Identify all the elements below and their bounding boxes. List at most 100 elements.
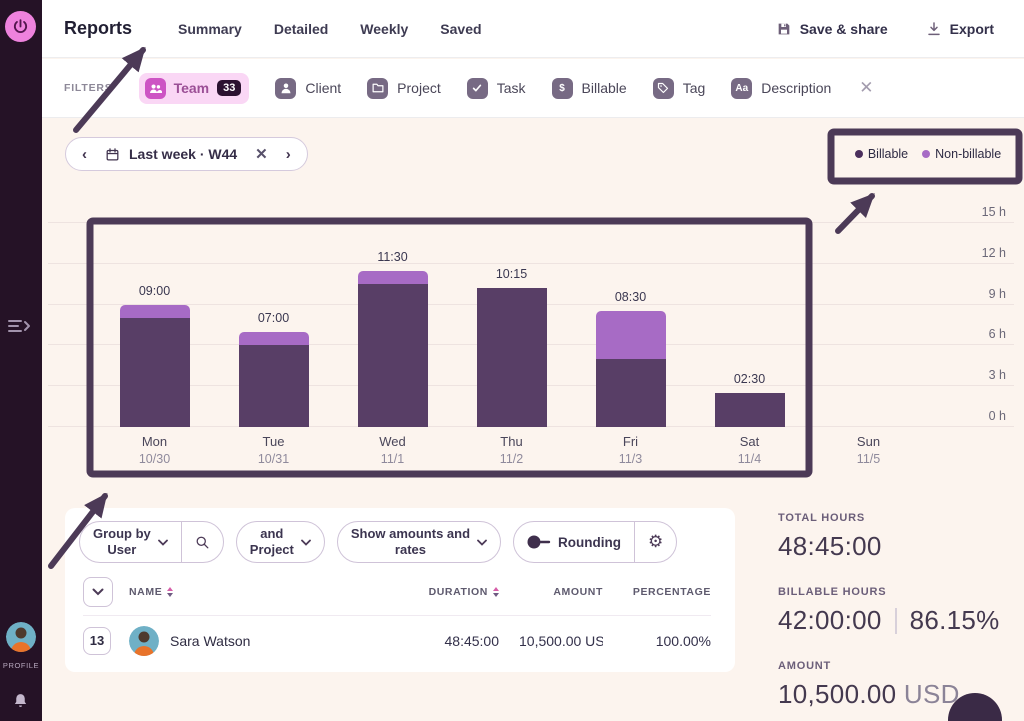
chart-x-axis: Mon10/30Tue10/31Wed11/1Thu11/2Fri11/3Sat…: [95, 434, 928, 466]
bar-column-fri[interactable]: 08:30: [571, 222, 690, 427]
y-axis-tick: 0 h: [989, 409, 1006, 423]
y-axis-tick: 15 h: [982, 205, 1006, 219]
bar-value-label: 09:00: [120, 284, 190, 298]
filter-tag[interactable]: Tag: [653, 78, 706, 99]
bar-tue[interactable]: 07:00: [239, 332, 309, 427]
bar-segment-nonbillable[interactable]: [239, 332, 309, 346]
total-hours-block: TOTAL HOURS 48:45:00: [778, 512, 1000, 562]
rounding-settings-button[interactable]: ⚙: [635, 522, 676, 562]
top-navigation: Reports Summary Detailed Weekly Saved Sa…: [42, 0, 1024, 58]
table-row[interactable]: 13 Sara Watson 48:45:00 10,500.00 USD 10…: [83, 615, 711, 665]
subgroup-dropdown[interactable]: and Project: [237, 522, 324, 562]
header-percentage[interactable]: PERCENTAGE: [633, 586, 711, 598]
calendar-icon: [105, 147, 120, 162]
tab-saved[interactable]: Saved: [440, 21, 481, 37]
profile-menu[interactable]: PROFILE: [0, 622, 42, 670]
bar-mon[interactable]: 09:00: [120, 305, 190, 427]
group-by-line2: User: [107, 542, 136, 557]
row-percentage: 100.00%: [656, 633, 711, 649]
notifications-button[interactable]: [12, 692, 29, 714]
header-duration[interactable]: DURATION: [429, 586, 499, 598]
amount-value: 10,500.00: [778, 679, 896, 709]
table-controls: Group by User: [79, 521, 721, 563]
legend-billable[interactable]: Billable: [855, 147, 908, 161]
export-button[interactable]: Export: [926, 21, 994, 37]
bar-fri[interactable]: 08:30: [596, 311, 666, 427]
header-amount[interactable]: AMOUNT: [553, 586, 603, 598]
axis-label-sun: Sun11/5: [809, 434, 928, 466]
bar-column-thu[interactable]: 10:15: [452, 222, 571, 427]
bar-segment-billable[interactable]: [477, 288, 547, 427]
filter-team[interactable]: Team 33: [139, 73, 250, 104]
total-hours-value: 48:45:00: [778, 531, 1000, 562]
row-user-name: Sara Watson: [170, 633, 250, 649]
rounding-control: Rounding ⚙: [513, 521, 677, 563]
bar-wed[interactable]: 11:30: [358, 271, 428, 427]
timer-power-button[interactable]: [5, 11, 36, 42]
save-share-button[interactable]: Save & share: [776, 21, 888, 37]
header-name[interactable]: NAME: [129, 586, 173, 598]
show-amounts-control: Show amounts and rates: [337, 521, 501, 563]
bar-segment-nonbillable[interactable]: [120, 305, 190, 319]
tab-summary[interactable]: Summary: [178, 21, 242, 37]
collapse-all-button[interactable]: [83, 577, 113, 607]
bar-segment-billable[interactable]: [239, 345, 309, 427]
filter-project-label: Project: [397, 80, 441, 96]
bar-segment-nonbillable[interactable]: [358, 271, 428, 285]
bar-segment-billable[interactable]: [120, 318, 190, 427]
y-axis-tick: 3 h: [989, 368, 1006, 382]
tab-detailed[interactable]: Detailed: [274, 21, 328, 37]
chevron-down-icon: [301, 539, 311, 546]
bar-segment-billable[interactable]: [596, 359, 666, 427]
filter-team-count-badge: 33: [217, 80, 241, 96]
client-icon: [275, 78, 296, 99]
clear-filters-button[interactable]: ✕: [859, 78, 873, 98]
previous-week-button[interactable]: ‹: [82, 147, 87, 162]
y-axis-tick: 12 h: [982, 246, 1006, 260]
filter-tag-label: Tag: [683, 80, 706, 96]
bar-value-label: 07:00: [239, 311, 309, 325]
task-check-icon: [467, 78, 488, 99]
clear-date-range-button[interactable]: ✕: [255, 145, 268, 163]
sort-icon: [167, 587, 173, 597]
app-root: PROFILE Reports Summary Detailed Weekly …: [0, 0, 1024, 721]
date-range-label: Last week · W44: [129, 146, 237, 162]
legend-non-billable-label: Non-billable: [935, 147, 1001, 161]
filter-client[interactable]: Client: [275, 78, 341, 99]
legend-non-billable[interactable]: Non-billable: [922, 147, 1001, 161]
bar-column-mon[interactable]: 09:00: [95, 222, 214, 427]
power-icon: [12, 18, 29, 35]
bar-column-sat[interactable]: 02:30: [690, 222, 809, 427]
y-axis-tick: 9 h: [989, 287, 1006, 301]
show-amounts-dropdown[interactable]: Show amounts and rates: [338, 522, 500, 562]
bar-sat[interactable]: 02:30: [715, 393, 785, 427]
axis-label-thu: Thu11/2: [452, 434, 571, 466]
filter-project[interactable]: Project: [367, 78, 441, 99]
group-by-dropdown[interactable]: Group by User: [80, 522, 181, 562]
axis-label-fri: Fri11/3: [571, 434, 690, 466]
bar-column-sun: [809, 222, 928, 427]
profile-avatar: [6, 622, 36, 652]
filter-task[interactable]: Task: [467, 78, 526, 99]
group-search-button[interactable]: [182, 522, 223, 562]
billable-dollar-icon: $: [552, 78, 573, 99]
show-amounts-line2: rates: [395, 542, 426, 557]
bar-column-wed[interactable]: 11:30: [333, 222, 452, 427]
bar-segment-nonbillable[interactable]: [596, 311, 666, 359]
filter-task-label: Task: [497, 80, 526, 96]
filter-billable[interactable]: $ Billable: [552, 78, 627, 99]
date-range-value[interactable]: Last week · W44: [105, 146, 237, 162]
axis-label-wed: Wed11/1: [333, 434, 452, 466]
rounding-toggle[interactable]: Rounding: [514, 522, 634, 562]
bar-thu[interactable]: 10:15: [477, 288, 547, 427]
menu-expand-icon: [8, 318, 32, 334]
bar-segment-billable[interactable]: [358, 284, 428, 427]
next-week-button[interactable]: ›: [286, 147, 291, 162]
expand-sidebar-button[interactable]: [8, 318, 32, 339]
bar-column-tue[interactable]: 07:00: [214, 222, 333, 427]
y-axis-tick: 6 h: [989, 327, 1006, 341]
filter-description[interactable]: Aa Description: [731, 78, 831, 99]
subgroup-line1: and: [260, 526, 283, 541]
tab-weekly[interactable]: Weekly: [360, 21, 408, 37]
bar-segment-billable[interactable]: [715, 393, 785, 427]
